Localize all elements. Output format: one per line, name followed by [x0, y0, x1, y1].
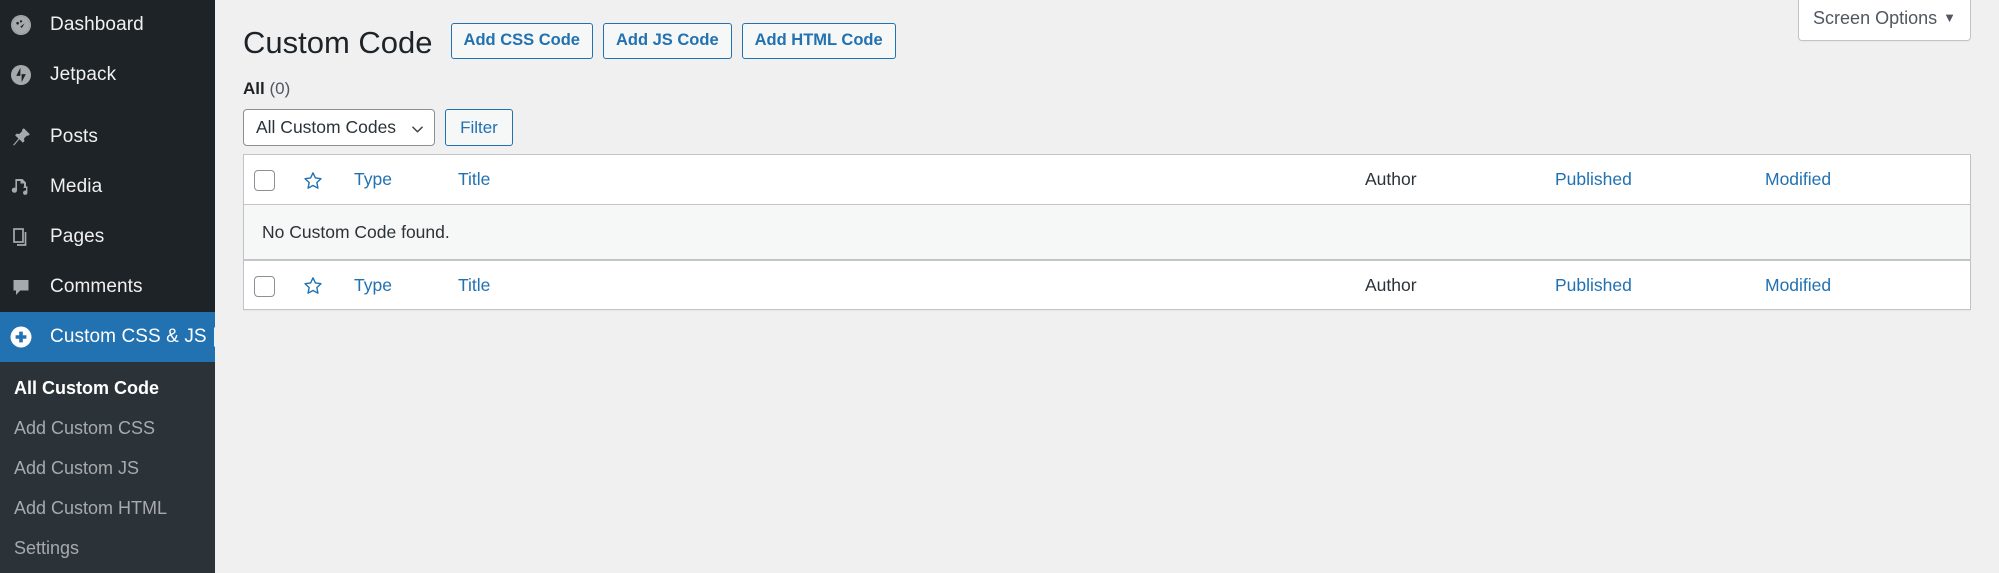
- column-footer-type: Type: [344, 259, 448, 310]
- column-footer-modified: Modified: [1755, 259, 1970, 310]
- add-html-code-button[interactable]: Add HTML Code: [741, 22, 896, 59]
- add-css-code-button[interactable]: Add CSS Code: [450, 22, 593, 59]
- sidebar-item-label: Jetpack: [50, 64, 117, 85]
- sort-by-published-link[interactable]: Published: [1555, 169, 1632, 189]
- select-all-checkbox-footer[interactable]: [254, 275, 275, 297]
- add-js-code-button[interactable]: Add JS Code: [602, 22, 732, 59]
- sidebar-item-dashboard[interactable]: Dashboard: [0, 0, 215, 50]
- custom-code-table: Type Title Author Published Modified No …: [243, 154, 1971, 311]
- sidebar-item-label: Comments: [50, 276, 143, 297]
- star-icon[interactable]: [302, 170, 324, 192]
- table-header-row: Type Title Author Published Modified: [244, 155, 1970, 205]
- column-header-author: Author: [1355, 155, 1545, 205]
- sidebar-item-pages[interactable]: Pages: [0, 212, 215, 262]
- column-footer-title: Title: [448, 259, 1355, 310]
- pages-icon: [8, 224, 34, 250]
- view-all-count: (0): [269, 79, 291, 99]
- column-header-type: Type: [344, 155, 448, 205]
- sidebar-submenu: All Custom Code Add Custom CSS Add Custo…: [0, 362, 215, 573]
- custom-code-type-select-value: All Custom Codes: [256, 117, 397, 138]
- select-all-header: [244, 155, 292, 205]
- screen-meta: Screen Options ▼: [1798, 0, 1971, 41]
- sort-by-type-link[interactable]: Type: [354, 169, 392, 189]
- comment-icon: [8, 274, 34, 300]
- column-footer-published: Published: [1545, 259, 1755, 310]
- page-title: Custom Code: [243, 25, 433, 60]
- table-body: No Custom Code found.: [244, 204, 1970, 260]
- table-nav-top: All Custom Codes Filter: [243, 109, 1971, 147]
- column-label-author: Author: [1365, 169, 1417, 190]
- sidebar-item-posts[interactable]: Posts: [0, 112, 215, 162]
- screen-options-button[interactable]: Screen Options ▼: [1798, 0, 1971, 41]
- sidebar-separator: [0, 100, 215, 112]
- wp-admin-screen: Dashboard Jetpack Posts Media Pages Comm…: [0, 0, 1999, 573]
- view-all-link[interactable]: All: [243, 79, 265, 98]
- table-empty-row: No Custom Code found.: [244, 204, 1970, 260]
- page-wrap: Custom Code Add CSS Code Add JS Code Add…: [215, 0, 1999, 311]
- column-header-title: Title: [448, 155, 1355, 205]
- admin-sidebar: Dashboard Jetpack Posts Media Pages Comm…: [0, 0, 225, 573]
- table-foot: Type Title Author Published Modified: [244, 259, 1970, 310]
- page-header: Custom Code Add CSS Code Add JS Code Add…: [243, 14, 1971, 67]
- column-header-modified: Modified: [1755, 155, 1970, 205]
- sidebar-submenu-item-add-custom-js[interactable]: Add Custom JS: [0, 448, 215, 488]
- sidebar-item-label: Posts: [50, 126, 99, 147]
- sidebar-item-comments[interactable]: Comments: [0, 262, 215, 312]
- main-content: Screen Options ▼ Custom Code Add CSS Code…: [215, 0, 1999, 573]
- sidebar-item-label: Dashboard: [50, 14, 144, 35]
- plus-circle-icon: [8, 324, 34, 350]
- sidebar-item-label: Pages: [50, 226, 105, 247]
- table-footer-row: Type Title Author Published Modified: [244, 259, 1970, 310]
- sidebar-item-label: Media: [50, 176, 103, 197]
- screen-options-label: Screen Options: [1813, 8, 1938, 28]
- sidebar-item-media[interactable]: Media: [0, 162, 215, 212]
- media-icon: [8, 174, 34, 200]
- jetpack-icon: [8, 62, 34, 88]
- sort-by-modified-link[interactable]: Modified: [1765, 169, 1831, 189]
- filter-button[interactable]: Filter: [445, 109, 513, 147]
- chevron-down-icon: ▼: [1943, 10, 1956, 25]
- favorite-header: [292, 155, 344, 205]
- views-list: All (0): [243, 79, 1971, 99]
- sort-by-modified-link-footer[interactable]: Modified: [1765, 275, 1831, 295]
- sort-by-title-link[interactable]: Title: [458, 169, 490, 189]
- sidebar-item-label: Custom CSS & JS: [50, 326, 207, 347]
- column-footer-author: Author: [1355, 259, 1545, 310]
- column-label-author-footer: Author: [1365, 274, 1417, 295]
- select-all-checkbox[interactable]: [254, 170, 275, 192]
- sidebar-submenu-item-settings[interactable]: Settings: [0, 528, 215, 568]
- sidebar-submenu-item-all-custom-code[interactable]: All Custom Code: [0, 368, 215, 408]
- custom-code-type-select[interactable]: All Custom Codes: [243, 109, 436, 147]
- no-items-message: No Custom Code found.: [244, 204, 1970, 260]
- sidebar-item-jetpack[interactable]: Jetpack: [0, 50, 215, 100]
- sidebar-submenu-item-add-custom-css[interactable]: Add Custom CSS: [0, 408, 215, 448]
- sidebar-submenu-item-add-custom-html[interactable]: Add Custom HTML: [0, 488, 215, 528]
- sort-by-type-link-footer[interactable]: Type: [354, 275, 392, 295]
- star-icon[interactable]: [302, 275, 324, 297]
- sort-by-title-link-footer[interactable]: Title: [458, 275, 490, 295]
- sort-by-published-link-footer[interactable]: Published: [1555, 275, 1632, 295]
- table-head: Type Title Author Published Modified: [244, 155, 1970, 205]
- favorite-footer-header: [292, 259, 344, 310]
- chevron-down-icon: [412, 126, 423, 133]
- sidebar-item-custom-css-js[interactable]: Custom CSS & JS: [0, 312, 225, 362]
- column-header-published: Published: [1545, 155, 1755, 205]
- pin-icon: [8, 124, 34, 150]
- select-all-footer-header: [244, 259, 292, 310]
- dashboard-icon: [8, 12, 34, 38]
